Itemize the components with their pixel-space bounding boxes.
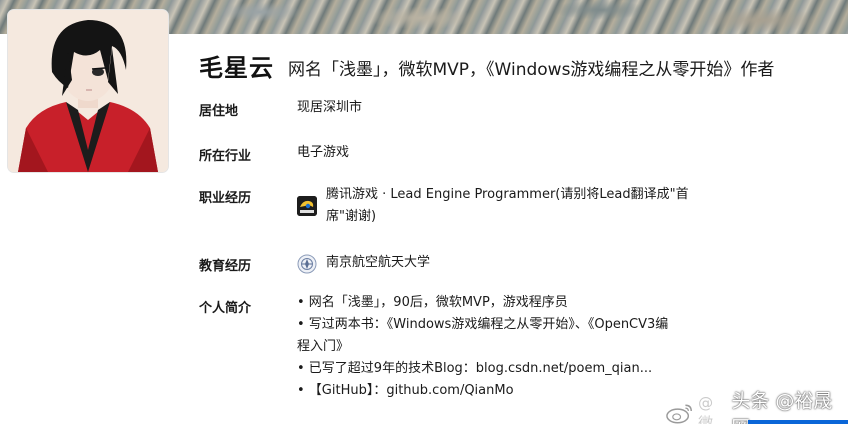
bio-line: • 网名「浅墨」，90后，微软MVP，游戏程序员: [297, 295, 568, 310]
watermark-text: 头条 @裕晟网: [731, 390, 833, 424]
bio-label: 个人简介: [199, 301, 252, 316]
profile-name: 毛星云: [199, 54, 274, 82]
education-value[interactable]: 南京航空航天大学: [326, 252, 430, 274]
career-label: 职业经历: [199, 191, 252, 206]
bio-line: • 【GitHub】：github.com/QianMo: [297, 383, 514, 398]
industry-label: 所在行业: [199, 149, 252, 164]
bio-line: • 已写了超过9年的技术Blog：blog.csdn.net/poem_qian…: [297, 361, 653, 376]
residence-value: 现居深圳市: [297, 100, 363, 115]
career-value-line1: 腾讯游戏 · Lead Engine Programmer(请别将Lead翻译成…: [326, 187, 689, 202]
weibo-icon: [666, 404, 692, 424]
avatar[interactable]: [8, 10, 168, 172]
education-label: 教育经历: [199, 259, 252, 274]
profile-headline: 网名「浅墨」，微软MVP，《Windows游戏编程之从零开始》作者: [288, 60, 775, 80]
bio-line: • 写过两本书：《Windows游戏编程之从零开始》、《OpenCV3编: [297, 317, 669, 332]
watermark-ghost-text: @微: [698, 393, 714, 424]
school-emblem-icon[interactable]: [297, 254, 317, 274]
career-value[interactable]: 腾讯游戏 · Lead Engine Programmer(请别将Lead翻译成…: [326, 184, 726, 228]
industry-value: 电子游戏: [297, 145, 350, 160]
bio-content: • 网名「浅墨」，90后，微软MVP，游戏程序员 • 写过两本书：《Window…: [297, 292, 727, 402]
watermark: @微 头条 @裕晟网: [665, 386, 848, 424]
career-value-line2: 席"谢谢): [326, 209, 377, 224]
company-logo-icon[interactable]: [297, 196, 317, 216]
residence-label: 居住地: [199, 104, 239, 119]
bottom-accent-bar: [748, 420, 848, 424]
bio-line: 程入门》: [297, 339, 350, 354]
